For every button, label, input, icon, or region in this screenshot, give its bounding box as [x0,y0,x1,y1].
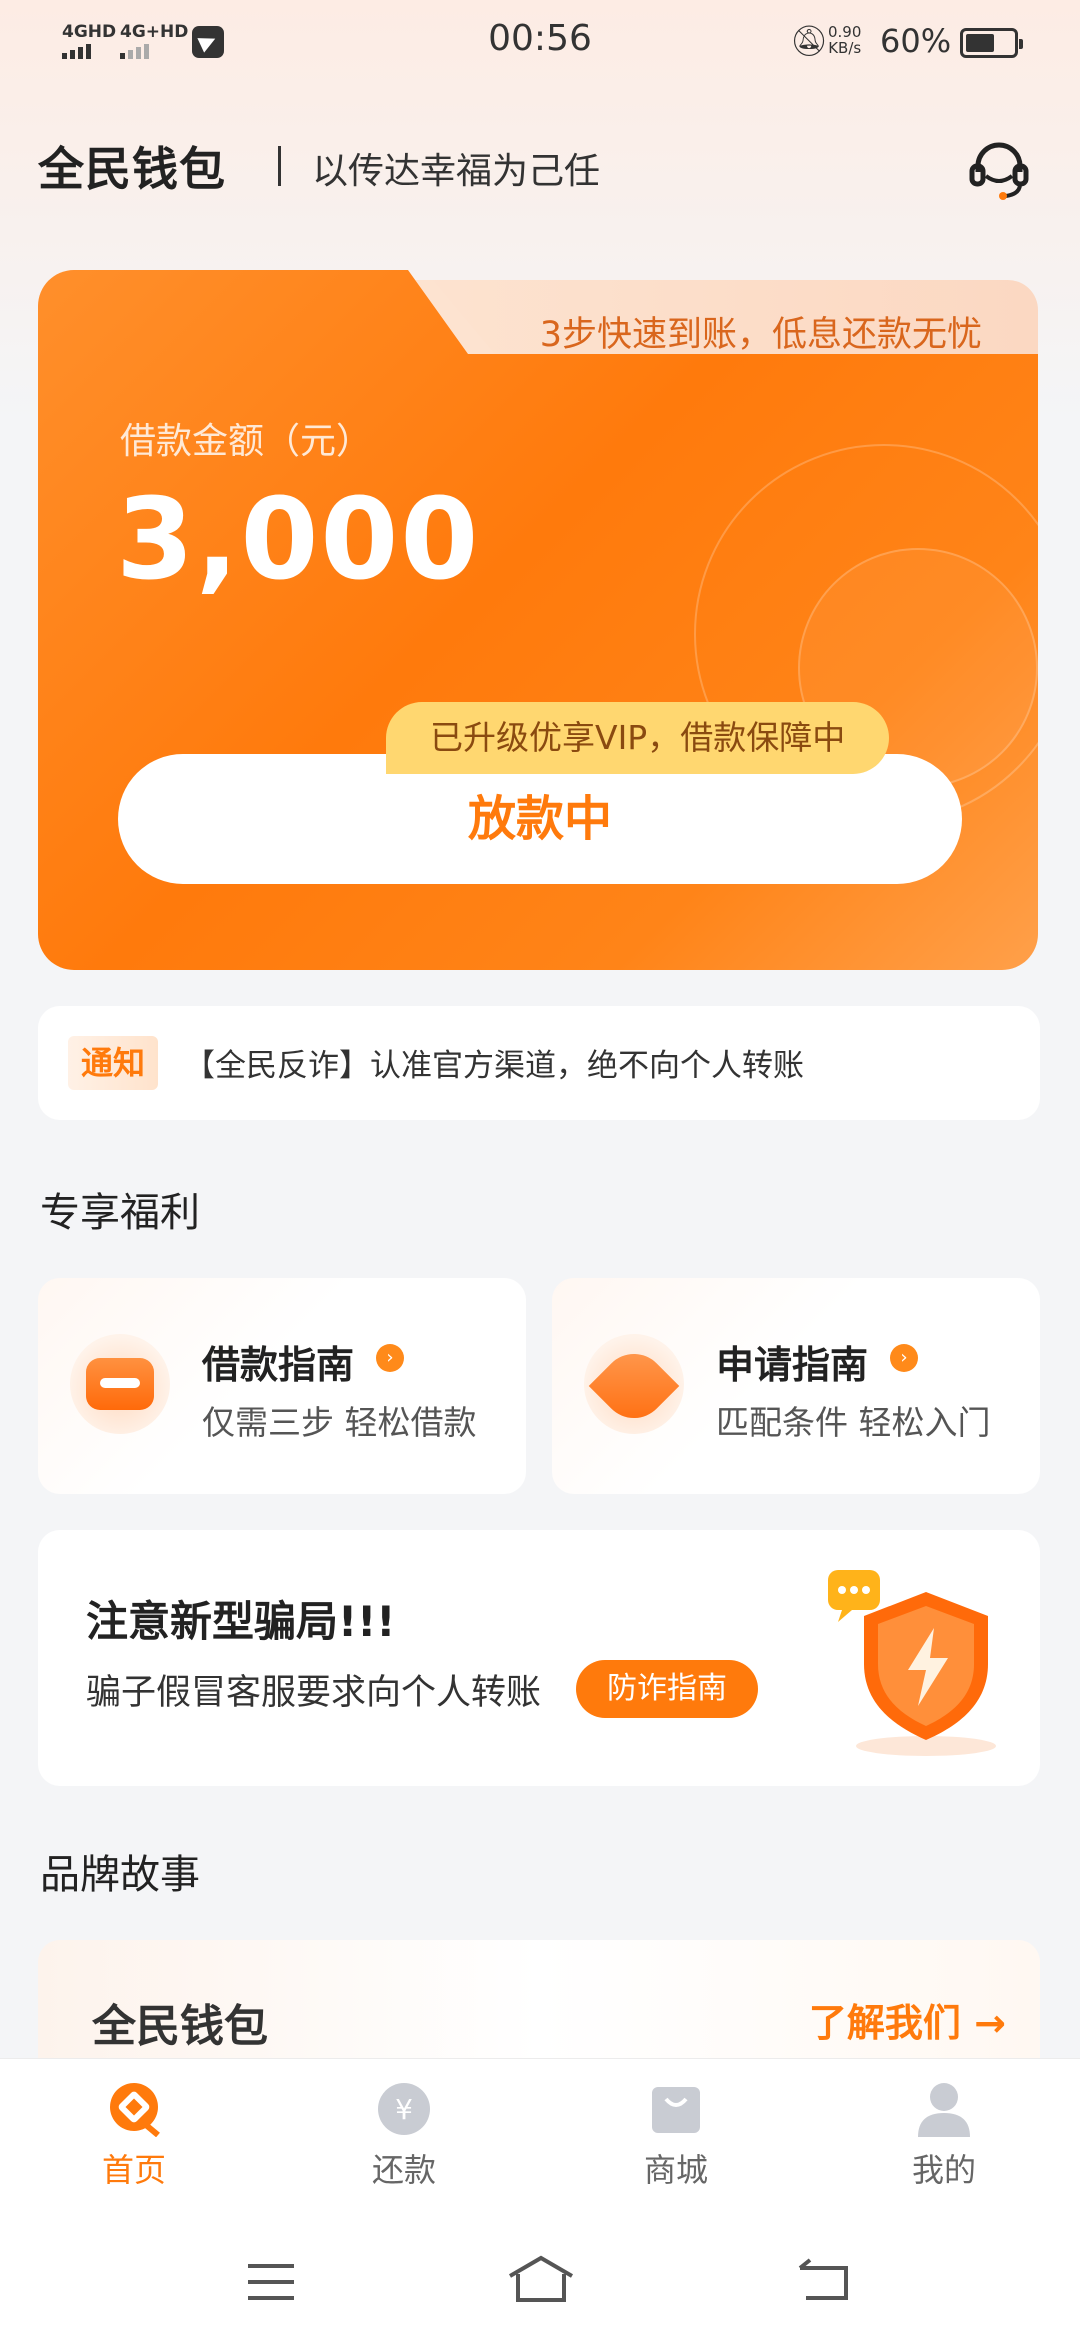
battery-icon [960,28,1023,58]
hero-tab: 3步快速到账，低息还款无忧 [408,280,1038,364]
nav-label-home: 首页 [101,2151,166,2189]
fraud-warning-subtitle: 骗子假冒客服要求向个人转账 [86,1673,542,1713]
apply-guide-subtitle: 匹配条件 轻松入门 [716,1403,991,1442]
apply-guide-card[interactable]: 申请指南 › 匹配条件 轻松入门 [552,1278,1040,1494]
amount-label: 借款金额（元） [120,421,373,462]
menu-icon[interactable] [246,2262,296,2306]
customer-service-headset-icon[interactable] [966,136,1032,202]
home-icon [106,2081,162,2138]
nav-item-repay[interactable]: ¥ 还款 [324,2081,484,2191]
notice-text: 【全民反诈】认准官方渠道，绝不向个人转账 [184,1048,804,1084]
fraud-warning-card: 注意新型骗局!!! 骗子假冒客服要求向个人转账 防诈指南 [38,1530,1040,1786]
chevron-right-icon: › [890,1344,918,1372]
hero-tab-text: 3步快速到账，低息还款无忧 [539,315,982,355]
back-icon[interactable] [796,2258,852,2306]
system-navigation-bar [0,2208,1080,2340]
nav-item-mine[interactable]: 我的 [864,2081,1024,2191]
network-speed: 0.90 KB/s [828,24,861,56]
nav-label-mine: 我的 [911,2151,976,2189]
home-button-icon[interactable] [506,2254,576,2308]
about-us-link[interactable]: 了解我们 → [809,1992,1006,2047]
status-bar: 4GHD 4G+HD 00:56 🔕︎ 0.90 KB/s 60% [0,0,1080,84]
network-speed-value: 0.90 [828,23,862,41]
shopping-bag-icon [648,2081,704,2137]
compass-icon [584,1334,684,1434]
loan-guide-card[interactable]: 借款指南 › 仅需三步 轻松借款 [38,1278,526,1494]
loan-guide-title: 借款指南 [202,1343,355,1387]
brand-story-card-title: 全民钱包 [92,2001,268,2052]
loan-guide-icon [70,1334,170,1434]
brand-story-section-title: 品牌故事 [40,1852,200,1898]
bottom-navigation: 首页 ¥ 还款 商城 我的 [0,2058,1080,2208]
header-divider [278,146,281,186]
loan-hero-card: 3步快速到账，低息还款无忧 借款金额（元） 3,000 放款中 已升级优享VIP… [38,270,1038,970]
bell-muted-icon: 🔕︎ [790,24,829,59]
yen-icon: ¥ [376,2081,432,2137]
network-speed-unit: KB/s [828,39,862,57]
vip-badge: 已升级优享VIP，借款保障中 [386,702,890,774]
nav-label-repay: 还款 [371,2151,436,2189]
benefits-section-title: 专享福利 [40,1190,200,1236]
app-slogan: 以传达幸福为己任 [312,151,601,192]
nav-label-mall: 商城 [643,2151,708,2189]
app-brand: 全民钱包 [38,142,226,196]
apply-guide-title: 申请指南 [716,1343,869,1387]
notice-bar[interactable]: 通知 【全民反诈】认准官方渠道，绝不向个人转账 [38,1006,1040,1120]
user-icon [916,2081,972,2137]
battery-fill [966,34,994,52]
loan-guide-subtitle: 仅需三步 轻松借款 [202,1403,477,1442]
nav-item-mall[interactable]: 商城 [596,2081,756,2191]
shield-lightning-icon [828,1570,1008,1760]
battery-percentage: 60% [880,22,952,60]
loan-amount: 3,000 [116,475,481,605]
notice-tag: 通知 [68,1036,158,1090]
nav-item-home[interactable]: 首页 [54,2081,214,2191]
svg-text:¥: ¥ [395,2093,413,2126]
chevron-right-icon: › [376,1344,404,1372]
fraud-warning-title: 注意新型骗局!!! [86,1597,396,1646]
anti-fraud-guide-button[interactable]: 防诈指南 [576,1660,758,1718]
